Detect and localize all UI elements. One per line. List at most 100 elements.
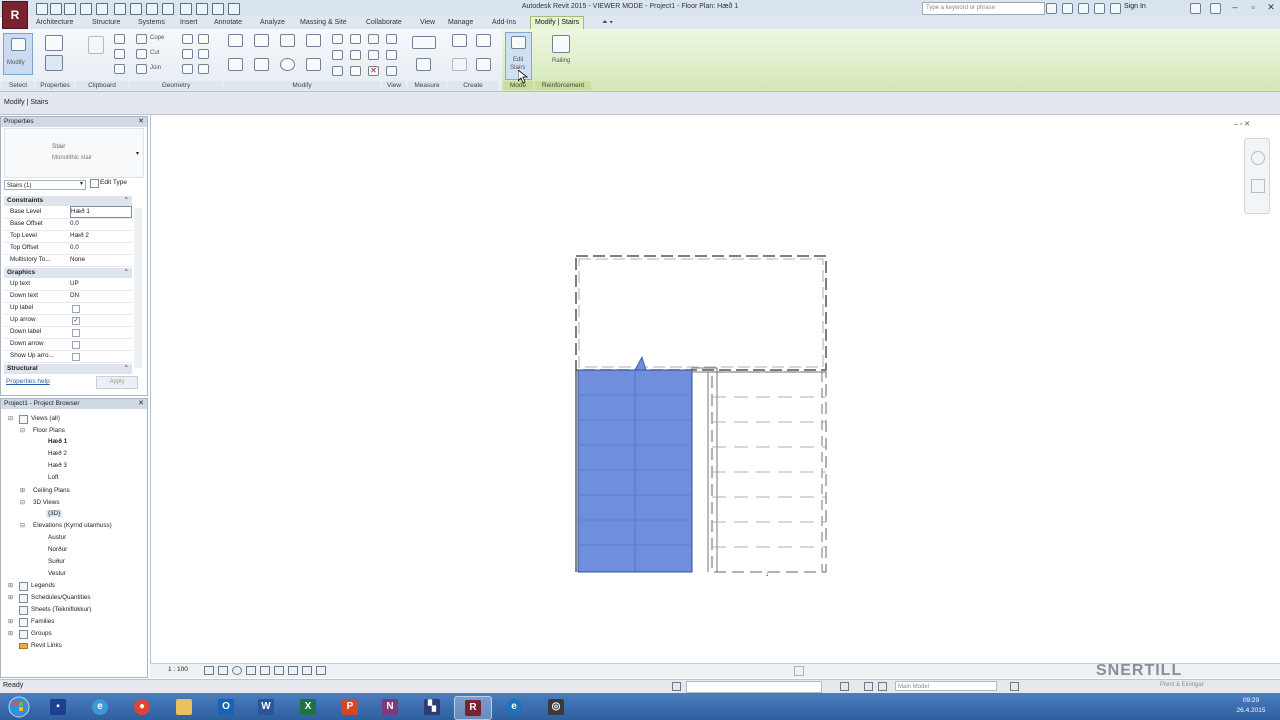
taskbar-ie[interactable]: e <box>82 696 118 718</box>
prop-row-multistory[interactable]: Multistory To... None <box>4 254 132 267</box>
panel-create[interactable]: Create <box>448 81 498 90</box>
cut-icon[interactable] <box>114 34 125 44</box>
tree-floor-plans[interactable]: Floor Plans <box>33 427 65 434</box>
sign-in-link[interactable]: Sign In <box>1124 3 1146 10</box>
text-icon[interactable] <box>162 3 174 15</box>
taskbar-explorer[interactable] <box>166 696 202 718</box>
properties-button[interactable] <box>42 33 66 77</box>
subscription-icon[interactable] <box>1062 3 1073 14</box>
down-arrow-checkbox[interactable] <box>72 341 80 349</box>
mirror-axis-icon[interactable] <box>280 34 295 47</box>
tab-manage[interactable]: Manage <box>448 17 473 29</box>
cope-icon[interactable] <box>136 34 147 44</box>
stair-plan-drawing[interactable]: ↓ <box>560 245 850 585</box>
shadows-icon[interactable] <box>246 666 256 675</box>
tree-hae-1[interactable]: Hæð 1 <box>48 438 67 445</box>
close-icon[interactable]: ✕ <box>138 399 144 409</box>
tab-massing-site[interactable]: Massing & Site <box>300 17 347 29</box>
collapse-icon[interactable]: ⌃ <box>124 196 129 206</box>
panel-modify[interactable]: Modify <box>224 81 380 90</box>
chevron-down-icon[interactable]: ▾ <box>136 150 139 157</box>
mirror-draw-icon[interactable] <box>306 34 321 47</box>
rotate-icon[interactable] <box>280 58 295 71</box>
tree-elevations[interactable]: Elevations (Kyrnd utanhuss) <box>33 522 112 529</box>
taskbar-clock[interactable]: 09:29 26.4.2015 <box>1224 696 1278 716</box>
tree-families[interactable]: Families <box>31 618 54 625</box>
offset-icon[interactable] <box>254 34 269 47</box>
override-graphics-icon[interactable] <box>386 34 397 44</box>
align-icon[interactable] <box>228 34 243 47</box>
taskbar-capture[interactable]: ◎ <box>538 696 574 718</box>
unpin-icon[interactable] <box>368 50 379 60</box>
tree-groups[interactable]: Groups <box>31 630 52 637</box>
properties-scrollbar[interactable] <box>134 208 142 368</box>
landing-boundary[interactable] <box>575 255 827 371</box>
split-face-icon[interactable] <box>182 49 193 59</box>
base-offset-field[interactable]: 0.0 <box>70 218 130 230</box>
start-button[interactable] <box>4 695 34 719</box>
down-text-field[interactable]: DN <box>70 290 130 302</box>
zoom-icon[interactable] <box>1251 179 1265 193</box>
collapse-icon[interactable]: ⊟ <box>20 499 25 506</box>
binoculars-icon[interactable] <box>1046 3 1057 14</box>
dimension-icon[interactable] <box>146 3 158 15</box>
communication-icon[interactable] <box>1078 3 1089 14</box>
create-group-icon[interactable] <box>452 58 467 71</box>
taskbar-revit[interactable]: R <box>454 696 492 720</box>
create-similar-icon[interactable] <box>476 58 491 71</box>
sync-icon[interactable] <box>64 3 76 15</box>
up-label-checkbox[interactable] <box>72 305 80 313</box>
steering-wheel-icon[interactable] <box>1251 151 1265 165</box>
properties-help-link[interactable]: Properties help <box>6 378 50 385</box>
taskbar-outlook[interactable]: O <box>208 696 244 718</box>
favorites-star-icon[interactable] <box>1094 3 1105 14</box>
paint-icon[interactable] <box>182 64 193 74</box>
collapse-icon[interactable]: ⊟ <box>8 415 13 422</box>
close-icon[interactable]: ✕ <box>1262 1 1280 14</box>
tree-loft[interactable]: Loft <box>48 474 59 481</box>
tree-3d[interactable]: {3D} <box>46 510 63 517</box>
base-level-field[interactable]: Hæð 1 <box>70 206 132 218</box>
thin-lines-icon[interactable] <box>212 3 224 15</box>
expand-icon[interactable]: ⊞ <box>8 618 13 625</box>
instance-filter-select[interactable]: Stairs (1) <box>4 180 86 190</box>
tree-vestur[interactable]: Vestur <box>48 570 66 577</box>
trim-extend-icon[interactable] <box>306 58 321 71</box>
taskbar-word[interactable]: W <box>248 696 284 718</box>
reveal-hidden-icon[interactable] <box>302 666 312 675</box>
demolish-icon[interactable] <box>198 34 209 44</box>
panel-geometry[interactable]: Geometry <box>130 81 222 90</box>
hide-in-view-icon[interactable] <box>386 66 397 76</box>
tree-revit-links[interactable]: Revit Links <box>31 642 62 649</box>
taskbar-excel[interactable]: X <box>290 696 326 718</box>
show-crop-icon[interactable] <box>274 666 284 675</box>
workset-icon[interactable] <box>672 682 681 691</box>
close-icon[interactable]: ✕ <box>138 117 144 127</box>
show-up-arrow-checkbox[interactable] <box>72 353 80 361</box>
pin-icon[interactable] <box>368 34 379 44</box>
tab-structure[interactable]: Structure <box>92 17 120 29</box>
panel-view[interactable]: View <box>382 81 406 90</box>
group-graphics[interactable]: Graphics ⌃ <box>4 268 132 278</box>
panel-reinforcement[interactable]: Reinforcement <box>535 81 591 90</box>
minimize-icon[interactable]: – <box>1226 1 1244 14</box>
delete-icon[interactable]: ✕ <box>368 66 379 76</box>
apply-button[interactable]: Apply <box>96 376 138 389</box>
up-text-field[interactable]: UP <box>70 278 130 290</box>
tree-sudur[interactable]: Suður <box>48 558 65 565</box>
tree-hae-3[interactable]: Hæð 3 <box>48 462 67 469</box>
type-selector[interactable] <box>4 128 144 178</box>
tree-austur[interactable]: Austur <box>48 534 66 541</box>
taskbar-app[interactable]: ▚ <box>414 696 450 718</box>
exchange-icon[interactable] <box>1190 3 1201 14</box>
wall-joins-icon[interactable] <box>182 34 193 44</box>
chevron-down-icon[interactable]: ▾ <box>80 180 83 187</box>
analytical-model-icon[interactable] <box>316 666 326 675</box>
paste-icon[interactable] <box>88 36 104 54</box>
move-icon[interactable] <box>228 58 243 71</box>
cut-geometry-icon[interactable] <box>136 49 147 59</box>
tab-systems[interactable]: Systems <box>138 17 165 29</box>
tree-sheets[interactable]: Sheets (Teikniflokkur) <box>31 606 91 613</box>
split-icon[interactable] <box>332 34 343 44</box>
tab-add-ins[interactable]: Add-Ins <box>492 17 516 29</box>
